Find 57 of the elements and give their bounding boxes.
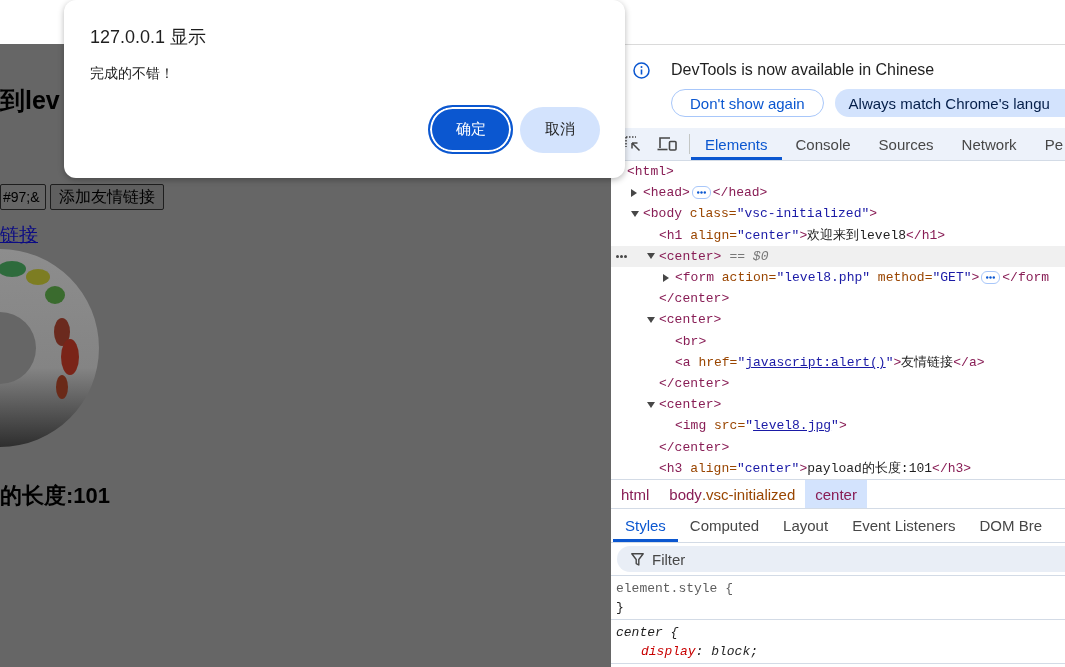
breadcrumb-item[interactable]: body.vsc-initialized: [659, 480, 806, 508]
text-input[interactable]: #97;&: [0, 184, 46, 210]
dom-tree-row[interactable]: <form action="level8.php" method="GET"> </form: [611, 266, 1065, 289]
dialog-message: 完成的不错！: [90, 64, 175, 83]
ellipsis-button[interactable]: [981, 271, 1001, 285]
triangle-right-icon[interactable]: [663, 273, 669, 282]
dom-tree-row[interactable]: <h1 align="center">欢迎来到level8</h1>: [611, 224, 1065, 246]
panel-tab[interactable]: Console: [781, 128, 865, 160]
dialog-button[interactable]: 取消: [520, 106, 600, 153]
laptop-phone-icon[interactable]: [657, 136, 677, 152]
more-dots-icon[interactable]: [616, 254, 627, 258]
triangle-down-icon[interactable]: [631, 210, 639, 217]
dialog-button[interactable]: 确定: [428, 105, 513, 154]
dom-tree-row[interactable]: </center>: [611, 288, 1065, 310]
dialog-title: 127.0.0.1 显示: [90, 26, 208, 49]
sidebar-tab[interactable]: Computed: [677, 509, 772, 542]
css-selector: element.style {: [616, 580, 735, 598]
dom-tree-row[interactable]: <img src="level8.jpg">: [611, 415, 1065, 437]
panel-tab[interactable]: Elements: [691, 128, 782, 160]
sidebar-tab[interactable]: Event Listeners: [840, 509, 968, 542]
page-heading: 到lev: [0, 85, 60, 116]
panel-tab[interactable]: Pe: [1030, 128, 1065, 160]
triangle-down-icon[interactable]: [647, 316, 655, 323]
panel-tab[interactable]: Network: [947, 128, 1031, 160]
ellipsis-button[interactable]: [691, 186, 711, 200]
dom-tree-row[interactable]: <center>: [611, 394, 1065, 416]
dots-icon: [696, 191, 706, 195]
triangle-down-icon[interactable]: [647, 253, 655, 260]
notice-button[interactable]: Always match Chrome's langu: [834, 89, 1065, 117]
dom-tree-row[interactable]: <center> == $0: [611, 245, 1065, 267]
dom-tree-row[interactable]: </center>: [611, 436, 1065, 458]
triangle-down-icon[interactable]: [647, 401, 655, 408]
dom-tree-row[interactable]: <h3 align="center">payload的长度:101</h3>: [611, 457, 1065, 479]
page-subheading: 的长度:101: [0, 483, 111, 509]
inspect-icon[interactable]: [625, 136, 641, 152]
filter-field[interactable]: Filter: [617, 546, 1065, 572]
css-closing-brace: }: [616, 599, 625, 617]
dots-icon: [986, 276, 996, 280]
notice-button[interactable]: Don't show again: [671, 89, 824, 117]
sidebar-tab[interactable]: DOM Bre: [967, 509, 1055, 542]
css-selector: center {: [616, 624, 680, 642]
css-declaration: display: block;: [640, 643, 760, 661]
sidebar-tab[interactable]: Styles: [613, 509, 678, 542]
dom-tree-row[interactable]: <a href="javascript:alert()">友情链接</a>: [611, 351, 1065, 373]
dom-tree-row[interactable]: </center>: [611, 372, 1065, 395]
dom-tree-row[interactable]: <br>: [611, 330, 1065, 352]
breadcrumb-item[interactable]: center: [805, 480, 867, 508]
info-icon: [633, 62, 650, 79]
triangle-right-icon[interactable]: [631, 188, 637, 197]
dom-tree-row[interactable]: <center>: [611, 309, 1065, 331]
panel-tab[interactable]: Sources: [864, 128, 948, 160]
filter-icon: [631, 552, 644, 566]
breadcrumb-item[interactable]: html: [611, 480, 660, 508]
dom-tree-row[interactable]: <body class="vsc-initialized">: [611, 203, 1065, 225]
sidebar-tab[interactable]: Layout: [771, 509, 841, 542]
dom-tree-row[interactable]: <head> </head>: [611, 182, 1065, 204]
notice-message: DevTools is now available in Chinese: [671, 60, 936, 80]
